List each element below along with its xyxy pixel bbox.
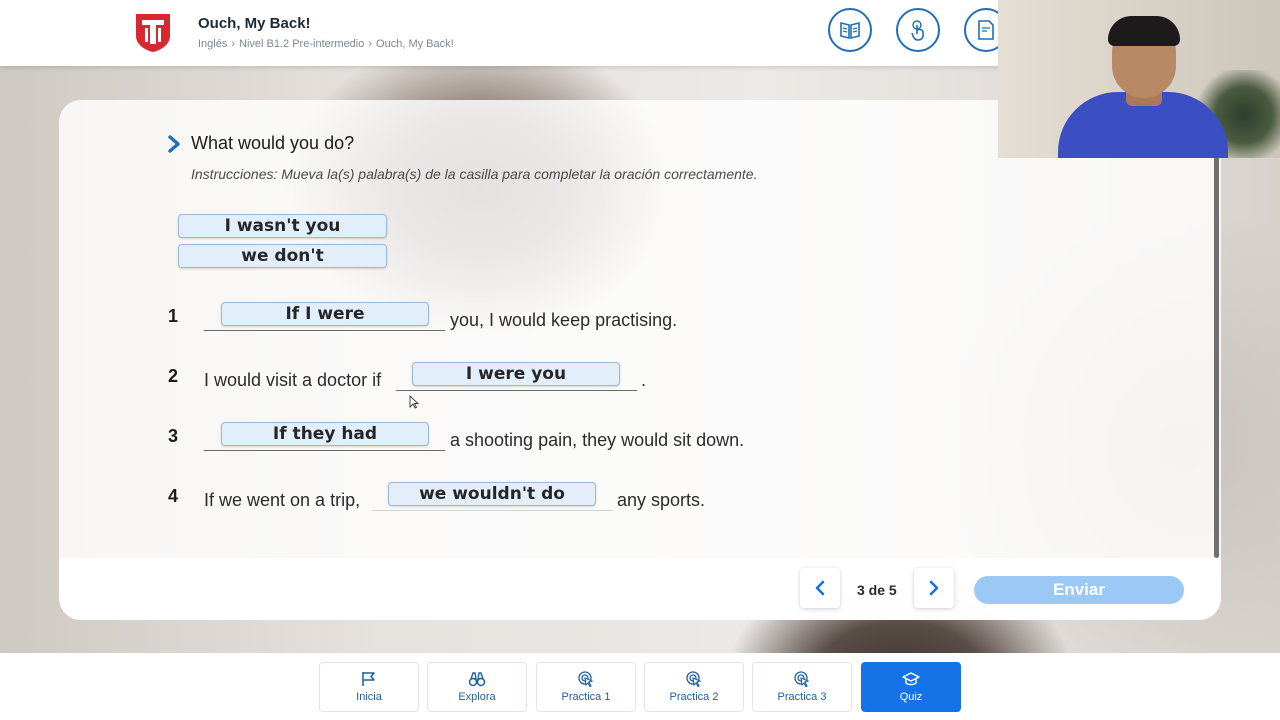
book-icon <box>840 21 860 40</box>
touch-hand-icon <box>911 20 924 41</box>
sentence-text: I would visit a doctor if <box>204 370 382 390</box>
sentence-text: If we went on a trip, <box>204 490 361 510</box>
sentence-text: . <box>641 370 647 390</box>
glossary-button[interactable] <box>828 8 872 52</box>
question-title: What would you do? <box>191 133 355 153</box>
item-number: 4 <box>168 486 179 506</box>
answer-blank <box>372 510 613 511</box>
graduation-cap-icon <box>902 672 920 686</box>
chevron-right-icon: › <box>368 38 373 50</box>
breadcrumb-item[interactable]: Nivel B1.2 Pre-intermedio <box>239 38 364 50</box>
cursor-click-icon <box>578 671 594 687</box>
page-indicator: 3 de 5 <box>857 582 897 598</box>
sentence-text: you, I would keep practising. <box>450 310 678 330</box>
cursor-click-icon <box>686 671 702 687</box>
sentence-text: a shooting pain, they would sit down. <box>450 430 745 450</box>
question-heading: What would you do? <box>167 133 354 154</box>
activity-card: What would you do? Instrucciones: Mueva … <box>59 100 1221 620</box>
breadcrumb-item[interactable]: Inglés <box>198 38 227 50</box>
breadcrumb-item: Ouch, My Back! <box>376 38 454 50</box>
answer-chip[interactable]: If I were <box>221 302 429 326</box>
mouse-pointer-icon <box>409 395 419 409</box>
nav-label: Practica 3 <box>777 691 827 703</box>
nav-label: Inicia <box>356 691 382 703</box>
nav-practica-2[interactable]: Practica 2 <box>644 662 744 712</box>
flag-icon <box>362 672 375 686</box>
nav-practica-3[interactable]: Practica 3 <box>752 662 852 712</box>
nav-inicia[interactable]: Inicia <box>319 662 419 712</box>
item-number: 1 <box>168 306 179 326</box>
sentence-text: any sports. <box>617 490 706 510</box>
next-button[interactable] <box>914 568 954 608</box>
nav-practica-1[interactable]: Practica 1 <box>536 662 636 712</box>
nav-label: Explora <box>458 691 496 703</box>
lesson-title: Ouch, My Back! <box>198 15 311 32</box>
chevron-left-icon <box>815 580 825 596</box>
word-bank-chip[interactable]: we don't <box>178 244 387 268</box>
item-number: 2 <box>168 366 179 386</box>
nav-label: Practica 1 <box>561 691 611 703</box>
bottom-navigation: Inicia Explora Practica 1 Practica 2 Pra… <box>0 653 1280 720</box>
university-logo-icon <box>136 14 170 52</box>
nav-label: Practica 2 <box>669 691 719 703</box>
chevron-right-icon <box>929 580 939 596</box>
scrollbar[interactable] <box>1214 156 1219 558</box>
nav-quiz[interactable]: Quiz <box>861 662 961 712</box>
document-download-icon <box>978 20 994 40</box>
instructions-text: Instrucciones: Mueva la(s) palabra(s) de… <box>191 166 758 182</box>
cursor-click-icon <box>794 671 810 687</box>
word-bank-chip[interactable]: I wasn't you <box>178 214 387 238</box>
answer-chip[interactable]: I were you <box>412 362 620 386</box>
previous-button[interactable] <box>800 568 840 608</box>
submit-button[interactable]: Enviar <box>974 576 1184 604</box>
answer-blank <box>396 390 637 391</box>
nav-label: Quiz <box>899 691 923 703</box>
nav-explora[interactable]: Explora <box>427 662 527 712</box>
answer-chip[interactable]: If they had <box>221 422 429 446</box>
webcam-video-overlay <box>998 0 1280 158</box>
item-number: 3 <box>168 426 179 446</box>
binoculars-icon <box>468 672 486 687</box>
answer-blank <box>204 330 445 331</box>
answer-blank <box>204 450 445 451</box>
chevron-right-icon <box>168 134 180 153</box>
breadcrumb: Inglés › Nivel B1.2 Pre-intermedio › Ouc… <box>198 38 454 50</box>
chevron-right-icon: › <box>231 38 236 50</box>
answer-chip[interactable]: we wouldn't do <box>388 482 596 506</box>
interaction-guide-button[interactable] <box>896 8 940 52</box>
